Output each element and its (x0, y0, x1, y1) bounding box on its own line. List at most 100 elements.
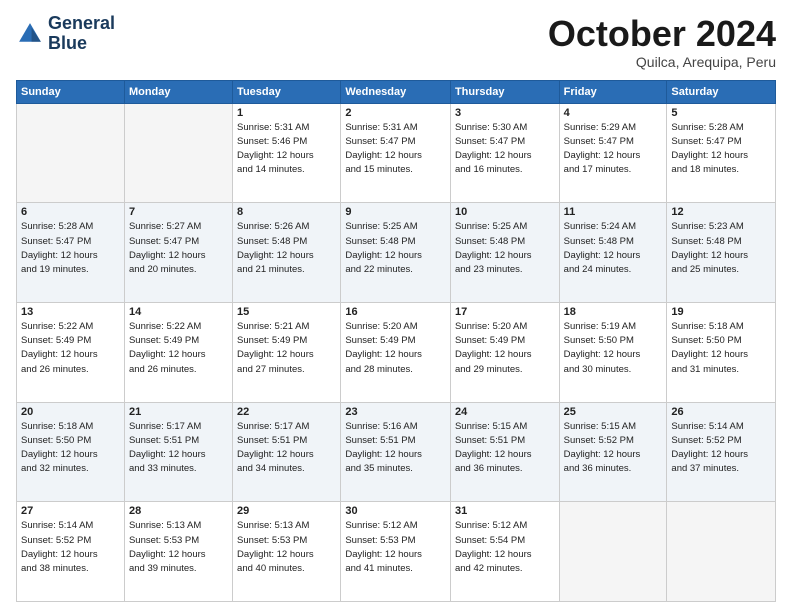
day-info: Sunrise: 5:22 AMSunset: 5:49 PMDaylight:… (21, 320, 120, 377)
day-info: Sunrise: 5:25 AMSunset: 5:48 PMDaylight:… (345, 220, 446, 277)
table-row: 6 Sunrise: 5:28 AMSunset: 5:47 PMDaylight… (17, 203, 125, 303)
calendar-week-row: 27 Sunrise: 5:14 AMSunset: 5:52 PMDayligh… (17, 502, 776, 602)
table-row: 23 Sunrise: 5:16 AMSunset: 5:51 PMDayligh… (341, 402, 451, 502)
table-row (667, 502, 776, 602)
day-number: 18 (564, 306, 663, 318)
day-number: 15 (237, 306, 336, 318)
day-number: 7 (129, 206, 228, 218)
day-info: Sunrise: 5:28 AMSunset: 5:47 PMDaylight:… (671, 121, 771, 178)
table-row: 17Sunrise: 5:20 AMSunset: 5:49 PMDayligh… (450, 302, 559, 402)
day-number: 28 (129, 505, 228, 517)
table-row (124, 103, 232, 203)
day-number: 11 (564, 206, 663, 218)
table-row: 26Sunrise: 5:14 AMSunset: 5:52 PMDayligh… (667, 402, 776, 502)
table-row: 7 Sunrise: 5:27 AMSunset: 5:47 PMDaylight… (124, 203, 232, 303)
table-row: 19 Sunrise: 5:18 AMSunset: 5:50 PMDayligh… (667, 302, 776, 402)
day-info: Sunrise: 5:13 AMSunset: 5:53 PMDaylight:… (129, 519, 228, 576)
table-row (17, 103, 125, 203)
day-info: Sunrise: 5:12 AMSunset: 5:54 PMDaylight:… (455, 519, 555, 576)
table-row: 18 Sunrise: 5:19 AMSunset: 5:50 PMDayligh… (559, 302, 667, 402)
day-number: 21 (129, 406, 228, 418)
col-thursday: Thursday (450, 80, 559, 103)
col-sunday: Sunday (17, 80, 125, 103)
day-number: 4 (564, 107, 663, 119)
day-info: Sunrise: 5:28 AMSunset: 5:47 PMDaylight:… (21, 220, 120, 277)
calendar-header-row: Sunday Monday Tuesday Wednesday Thursday… (17, 80, 776, 103)
day-number: 12 (671, 206, 771, 218)
col-saturday: Saturday (667, 80, 776, 103)
col-friday: Friday (559, 80, 667, 103)
table-row: 20 Sunrise: 5:18 AMSunset: 5:50 PMDayligh… (17, 402, 125, 502)
day-number: 26 (671, 406, 771, 418)
logo: General Blue (16, 14, 115, 54)
table-row: 30Sunrise: 5:12 AMSunset: 5:53 PMDayligh… (341, 502, 451, 602)
day-number: 20 (21, 406, 120, 418)
day-number: 30 (345, 505, 446, 517)
day-info: Sunrise: 5:24 AMSunset: 5:48 PMDaylight:… (564, 220, 663, 277)
day-number: 3 (455, 107, 555, 119)
day-info: Sunrise: 5:19 AMSunset: 5:50 PMDaylight:… (564, 320, 663, 377)
col-wednesday: Wednesday (341, 80, 451, 103)
day-info: Sunrise: 5:20 AMSunset: 5:49 PMDaylight:… (345, 320, 446, 377)
day-info: Sunrise: 5:22 AMSunset: 5:49 PMDaylight:… (129, 320, 228, 377)
day-number: 9 (345, 206, 446, 218)
day-info: Sunrise: 5:15 AMSunset: 5:52 PMDaylight:… (564, 420, 663, 477)
table-row: 1 Sunrise: 5:31 AMSunset: 5:46 PMDaylight… (233, 103, 341, 203)
table-row: 13 Sunrise: 5:22 AMSunset: 5:49 PMDayligh… (17, 302, 125, 402)
col-tuesday: Tuesday (233, 80, 341, 103)
calendar-week-row: 13 Sunrise: 5:22 AMSunset: 5:49 PMDayligh… (17, 302, 776, 402)
day-info: Sunrise: 5:31 AMSunset: 5:46 PMDaylight:… (237, 121, 336, 178)
table-row: 9 Sunrise: 5:25 AMSunset: 5:48 PMDaylight… (341, 203, 451, 303)
location-subtitle: Quilca, Arequipa, Peru (548, 54, 776, 70)
day-number: 31 (455, 505, 555, 517)
day-info: Sunrise: 5:15 AMSunset: 5:51 PMDaylight:… (455, 420, 555, 477)
day-info: Sunrise: 5:17 AMSunset: 5:51 PMDaylight:… (237, 420, 336, 477)
calendar-week-row: 20 Sunrise: 5:18 AMSunset: 5:50 PMDayligh… (17, 402, 776, 502)
day-number: 19 (671, 306, 771, 318)
logo-line1: General (48, 14, 115, 34)
day-info: Sunrise: 5:18 AMSunset: 5:50 PMDaylight:… (671, 320, 771, 377)
day-number: 23 (345, 406, 446, 418)
day-info: Sunrise: 5:16 AMSunset: 5:51 PMDaylight:… (345, 420, 446, 477)
table-row: 27 Sunrise: 5:14 AMSunset: 5:52 PMDayligh… (17, 502, 125, 602)
day-info: Sunrise: 5:26 AMSunset: 5:48 PMDaylight:… (237, 220, 336, 277)
table-row: 25 Sunrise: 5:15 AMSunset: 5:52 PMDayligh… (559, 402, 667, 502)
month-title: October 2024 (548, 14, 776, 54)
day-number: 10 (455, 206, 555, 218)
table-row: 31 Sunrise: 5:12 AMSunset: 5:54 PMDayligh… (450, 502, 559, 602)
day-number: 25 (564, 406, 663, 418)
day-number: 1 (237, 107, 336, 119)
table-row: 21Sunrise: 5:17 AMSunset: 5:51 PMDayligh… (124, 402, 232, 502)
calendar-week-row: 6 Sunrise: 5:28 AMSunset: 5:47 PMDaylight… (17, 203, 776, 303)
table-row: 4Sunrise: 5:29 AMSunset: 5:47 PMDaylight… (559, 103, 667, 203)
table-row: 24 Sunrise: 5:15 AMSunset: 5:51 PMDayligh… (450, 402, 559, 502)
logo-icon (16, 20, 44, 48)
table-row (559, 502, 667, 602)
logo-text: General Blue (48, 14, 115, 54)
calendar-table: Sunday Monday Tuesday Wednesday Thursday… (16, 80, 776, 602)
day-info: Sunrise: 5:27 AMSunset: 5:47 PMDaylight:… (129, 220, 228, 277)
day-number: 5 (671, 107, 771, 119)
day-number: 27 (21, 505, 120, 517)
day-number: 6 (21, 206, 120, 218)
day-number: 14 (129, 306, 228, 318)
day-number: 2 (345, 107, 446, 119)
day-info: Sunrise: 5:25 AMSunset: 5:48 PMDaylight:… (455, 220, 555, 277)
day-number: 29 (237, 505, 336, 517)
day-number: 22 (237, 406, 336, 418)
title-block: October 2024 Quilca, Arequipa, Peru (548, 14, 776, 70)
calendar-week-row: 1 Sunrise: 5:31 AMSunset: 5:46 PMDaylight… (17, 103, 776, 203)
day-info: Sunrise: 5:14 AMSunset: 5:52 PMDaylight:… (21, 519, 120, 576)
table-row: 5 Sunrise: 5:28 AMSunset: 5:47 PMDaylight… (667, 103, 776, 203)
col-monday: Monday (124, 80, 232, 103)
day-number: 24 (455, 406, 555, 418)
table-row: 15Sunrise: 5:21 AMSunset: 5:49 PMDayligh… (233, 302, 341, 402)
day-number: 13 (21, 306, 120, 318)
table-row: 14 Sunrise: 5:22 AMSunset: 5:49 PMDayligh… (124, 302, 232, 402)
table-row: 28 Sunrise: 5:13 AMSunset: 5:53 PMDayligh… (124, 502, 232, 602)
table-row: 16Sunrise: 5:20 AMSunset: 5:49 PMDayligh… (341, 302, 451, 402)
table-row: 11 Sunrise: 5:24 AMSunset: 5:48 PMDayligh… (559, 203, 667, 303)
day-info: Sunrise: 5:30 AMSunset: 5:47 PMDaylight:… (455, 121, 555, 178)
table-row: 2Sunrise: 5:31 AMSunset: 5:47 PMDaylight… (341, 103, 451, 203)
day-info: Sunrise: 5:18 AMSunset: 5:50 PMDaylight:… (21, 420, 120, 477)
